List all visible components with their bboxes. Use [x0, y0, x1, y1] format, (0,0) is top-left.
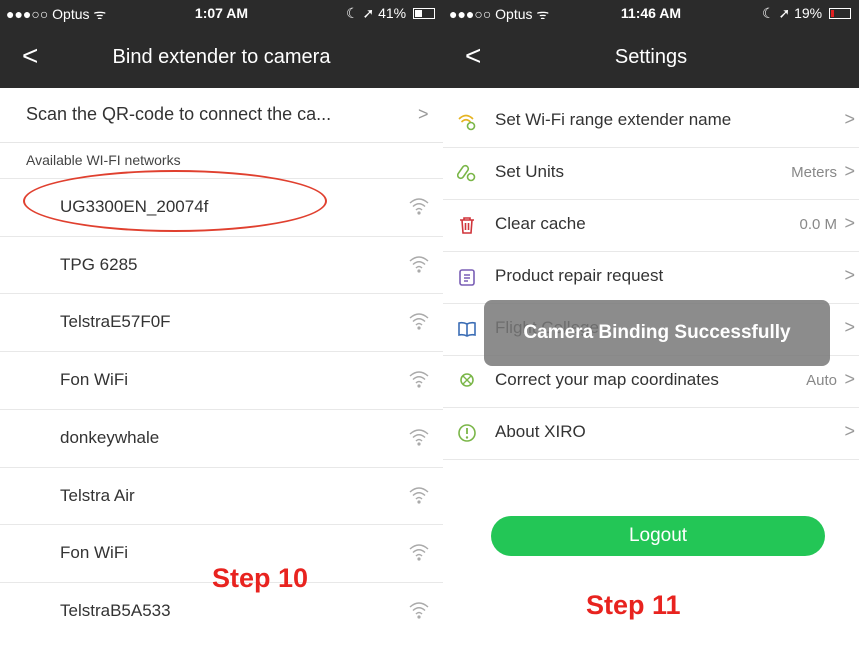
scan-qr-label: Scan the QR-code to connect the ca...: [26, 104, 332, 124]
bind-extender-screen: ●●●○○ Optus ᯤ 1:07 AM ☾ ➚ 41% < Bind ext…: [0, 0, 443, 648]
chevron-right-icon: >: [844, 317, 855, 337]
settings-item[interactable]: Clear cache 0.0 M >: [443, 199, 859, 252]
wifi-signal-icon: [408, 485, 430, 505]
book-icon: [457, 319, 477, 339]
chevron-right-icon: >: [844, 421, 855, 441]
settings-item[interactable]: Set Wi-Fi range extender name >: [443, 95, 859, 148]
settings-item-label: Set Units: [495, 162, 564, 181]
status-bar: ●●●○○ Optus ᯤ 1:07 AM ☾ ➚ 41%: [0, 0, 443, 26]
top-bar: ●●●○○ Optus ᯤ 1:07 AM ☾ ➚ 41% < Bind ext…: [0, 0, 443, 88]
info-icon: [457, 423, 477, 443]
settings-item[interactable]: Product repair request >: [443, 251, 859, 304]
top-bar: ●●●○○ Optus ᯤ 11:46 AM ☾ ➚ 19% < Setting…: [443, 0, 859, 88]
highlight-circle: [23, 170, 327, 232]
chevron-right-icon: >: [844, 213, 855, 233]
nav-bar: < Bind extender to camera: [0, 30, 443, 86]
network-row[interactable]: TelstraE57F0F: [0, 293, 443, 351]
settings-item-label: Clear cache: [495, 214, 586, 233]
nav-bar: < Settings: [443, 30, 859, 86]
settings-item[interactable]: About XIRO >: [443, 407, 859, 460]
step-label: Step 10: [212, 563, 309, 593]
battery-percent: ☾ ➚ 19%: [762, 5, 823, 21]
chevron-right-icon: >: [844, 109, 855, 129]
settings-item-label: Product repair request: [495, 266, 664, 285]
settings-item-label: Correct your map coordinates: [495, 370, 719, 389]
wifi-signal-icon: [408, 542, 430, 562]
map-icon: [457, 371, 477, 391]
network-name: Fon WiFi: [60, 543, 128, 563]
logout-button[interactable]: Logout: [491, 516, 825, 556]
network-name: TelstraB5A533: [60, 600, 171, 620]
network-row[interactable]: TPG 6285: [0, 235, 443, 294]
chevron-right-icon: >: [844, 265, 855, 285]
wifi-signal-icon: [408, 311, 430, 331]
settings-item-label: Set Wi-Fi range extender name: [495, 110, 732, 129]
settings-item-value: Auto: [806, 372, 837, 389]
network-row[interactable]: Fon WiFi: [0, 351, 443, 409]
chevron-right-icon: >: [844, 161, 855, 181]
network-name: Fon WiFi: [60, 370, 128, 390]
step-label: Step 11: [586, 590, 681, 620]
wifi-extender-icon: [457, 111, 477, 131]
settings-item[interactable]: Set Units Meters >: [443, 147, 859, 200]
settings-item-label: About XIRO: [495, 422, 586, 441]
settings-item-value: 0.0 M: [799, 216, 837, 233]
wifi-signal-icon: [408, 600, 430, 620]
trash-icon: [457, 215, 477, 235]
network-name: Telstra Air: [60, 485, 135, 505]
network-row[interactable]: donkeywhale: [0, 408, 443, 467]
wifi-signal-icon: [408, 254, 430, 274]
wifi-signal-icon: [408, 427, 430, 447]
page-title: Settings: [614, 46, 688, 68]
battery-icon: [413, 8, 435, 19]
chevron-right-icon: >: [844, 369, 855, 389]
battery-icon: [829, 8, 851, 19]
scan-qr-row[interactable]: Scan the QR-code to connect the ca... >: [0, 88, 443, 143]
network-name: donkeywhale: [60, 427, 160, 447]
network-row[interactable]: Telstra Air: [0, 466, 443, 525]
network-name: TPG 6285: [60, 254, 138, 274]
section-header: Available WI-FI networks: [26, 152, 181, 168]
toast-message: Camera Binding Successfully: [484, 300, 830, 366]
status-indicators: ☾ ➚ 41%: [346, 5, 435, 22]
units-icon: [456, 163, 477, 183]
status-bar: ●●●○○ Optus ᯤ 11:46 AM ☾ ➚ 19%: [443, 0, 859, 26]
battery-percent: ☾ ➚ 41%: [346, 5, 407, 21]
page-title: Bind extender to camera: [112, 46, 331, 68]
wifi-signal-icon: [408, 196, 430, 216]
chevron-right-icon: >: [418, 104, 429, 124]
status-indicators: ☾ ➚ 19%: [762, 5, 851, 22]
settings-item-value: Meters: [791, 164, 837, 181]
wifi-signal-icon: [408, 369, 430, 389]
repair-icon: [457, 267, 477, 287]
network-name: TelstraE57F0F: [60, 312, 171, 332]
